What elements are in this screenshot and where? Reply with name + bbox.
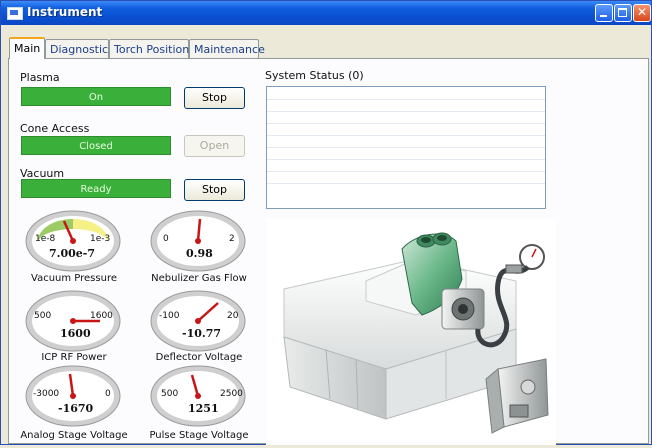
cone-access-status: Closed [21,136,171,155]
window-title: Instrument [27,5,103,19]
deflector-voltage-label: Deflector Voltage [155,352,243,363]
nebulizer-gas-flow-label: Nebulizer Gas Flow [151,273,247,284]
gauge-min-label: 500 [161,389,179,399]
list-row [267,171,545,184]
analog-stage-voltage-gauge: -3000 0 -1670 [24,364,122,428]
gauge-min-label: 0 [163,234,169,244]
icp-rf-power-gauge: 500 1600 1600 [24,289,122,353]
gauge-value: -1670 [58,402,94,415]
tab-maintenance[interactable]: Maintenance [189,39,265,58]
plasma-status: On [21,87,171,106]
icp-rf-power-label: ICP RF Power [41,352,107,363]
main-panel: Plasma On Stop Cone Access Closed Open V… [8,58,649,445]
instrument-illustration [266,219,556,445]
gauge-max-label: 0 [105,389,111,399]
system-status-title: System Status (0) [265,69,364,82]
pulse-stage-voltage-gauge: 500 2500 1251 [149,364,247,428]
gauge-value: 0.98 [186,247,213,260]
title-bar[interactable]: Instrument ✕ [1,1,651,25]
maximize-button[interactable] [614,4,632,22]
gauge-min-label: 1e-8 [35,234,56,244]
plasma-label: Plasma [20,71,60,84]
gauge-value: -10.77 [182,327,222,340]
minimize-icon [600,15,607,17]
tab-main[interactable]: Main [9,37,45,59]
tab-diagnostics[interactable]: Diagnostics [45,39,114,58]
gauge-max-label: 1600 [90,311,113,321]
vacuum-pressure-label: Vacuum Pressure [31,273,117,284]
tab-torch-position[interactable]: Torch Position [109,39,189,58]
pulse-stage-voltage-label: Pulse Stage Voltage [149,430,249,441]
gauge-min-label: -3000 [33,389,60,399]
gauge-max-label: 2 [229,234,235,244]
gauge-max-label: 1e-3 [90,234,111,244]
cone-access-label: Cone Access [20,122,90,135]
cone-open-button[interactable]: Open [184,135,245,157]
analog-stage-voltage-label: Analog Stage Voltage [20,430,128,441]
app-icon [7,7,23,20]
gauge-min-label: 500 [34,311,52,321]
gauge-max-label: 20 [227,311,239,321]
maximize-icon [618,8,627,17]
gauge-value: 1600 [60,327,91,340]
deflector-voltage-gauge: -100 20 -10.77 [149,289,247,353]
gauge-min-label: -100 [159,311,180,321]
minimize-button[interactable] [595,4,613,22]
gauge-value: 1251 [188,402,219,415]
close-icon: ✕ [636,5,648,19]
close-button[interactable]: ✕ [633,4,651,22]
vacuum-stop-button[interactable]: Stop [184,179,245,201]
nebulizer-gas-flow-gauge: 0 2 0.98 [149,209,247,273]
vacuum-status: Ready [21,179,171,198]
gauge-max-label: 2500 [220,389,243,399]
system-status-list[interactable] [266,86,546,209]
vacuum-pressure-gauge: 1e-8 1e-3 7.00e-7 [24,209,122,273]
instrument-window: Instrument ✕ Main Diagnostics Torch Posi… [0,0,652,445]
plasma-stop-button[interactable]: Stop [184,87,245,109]
gauge-value: 7.00e-7 [49,247,96,260]
